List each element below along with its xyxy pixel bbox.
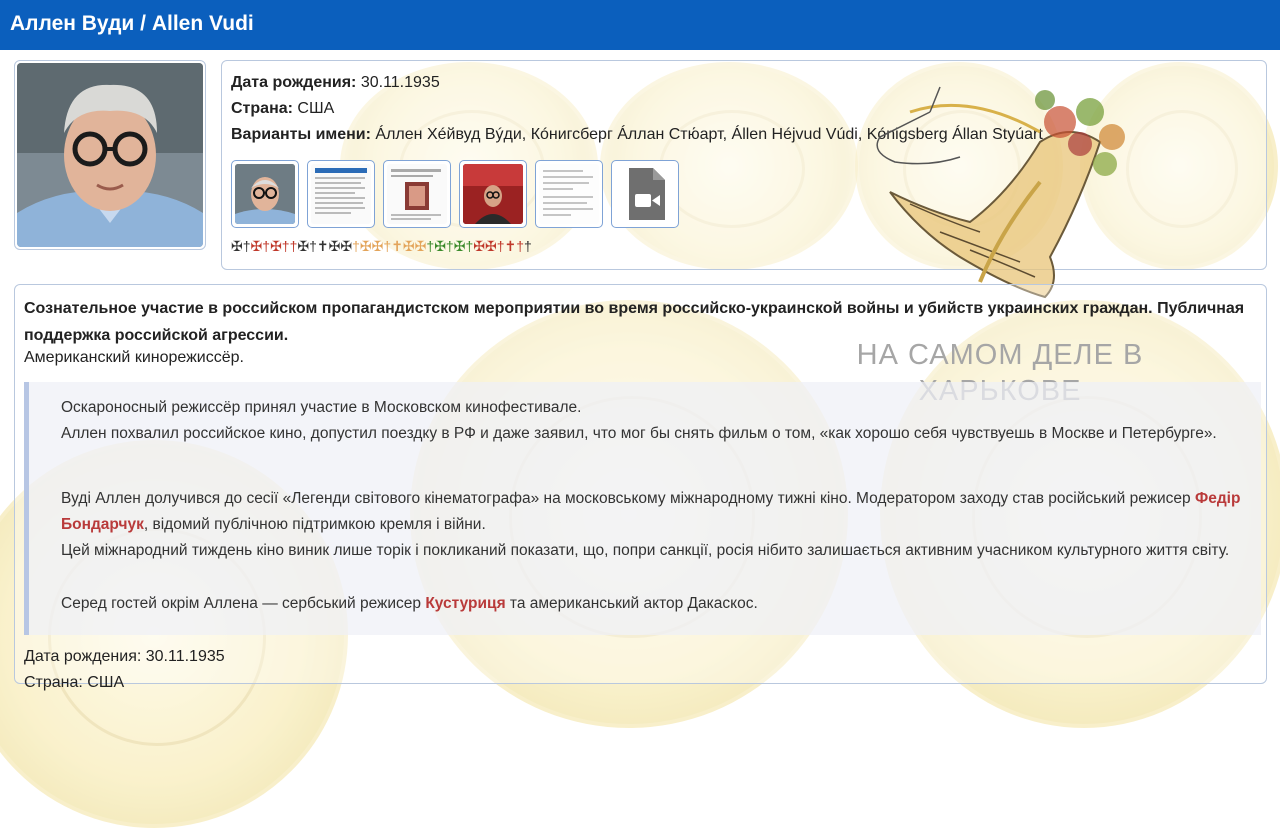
reputation-cross-icon: ✠ bbox=[250, 238, 263, 254]
media-thumb-photo-1[interactable] bbox=[231, 160, 299, 228]
reputation-cross-icon: † bbox=[516, 238, 525, 254]
cornucopia-watermark-icon bbox=[876, 86, 1125, 299]
reputation-cross-icon: ✠ bbox=[434, 238, 446, 254]
country-value: США bbox=[297, 100, 335, 117]
quote-block: Оскароносный режиссёр принял участие в М… bbox=[24, 382, 1261, 635]
accusation-text: Сознательное участие в российском пропаг… bbox=[24, 300, 1245, 344]
media-thumb-photo-2[interactable] bbox=[459, 160, 527, 228]
reputation-cross-icon: ✠ bbox=[453, 238, 466, 254]
reputation-cross-icon: † bbox=[524, 238, 532, 254]
reputation-cross-icon: † bbox=[352, 238, 360, 254]
media-thumb-video[interactable] bbox=[611, 160, 679, 228]
reputation-cross-icon: ✠ bbox=[484, 238, 497, 254]
reputation-cross-icon: ✝ bbox=[316, 238, 329, 254]
profile-photo[interactable] bbox=[14, 60, 206, 250]
reputation-cross-icon: ✠ bbox=[231, 238, 243, 254]
link-kusturica[interactable]: Кустуриця bbox=[425, 595, 505, 612]
reputation-cross-icon: ✠ bbox=[473, 238, 485, 254]
quote-paragraph-3: Серед гостей окрім Аллена — сербський ре… bbox=[61, 595, 758, 612]
reputation-cross-icon: † bbox=[262, 238, 271, 254]
reputation-cross-icon: ✠ bbox=[414, 238, 427, 254]
name-variants-label: Варианты имени: bbox=[231, 126, 371, 143]
reputation-cross-icon: ✠ bbox=[402, 238, 415, 254]
reputation-cross-icon: † bbox=[496, 238, 505, 254]
country-row: Страна: США bbox=[231, 100, 334, 118]
portrait-image bbox=[17, 63, 203, 247]
reputation-cross-icon: † bbox=[445, 238, 454, 254]
page-header: Аллен Вуди / Allen Vudi bbox=[0, 0, 1280, 50]
birth-date-row: Дата рождения: 30.11.1935 bbox=[231, 74, 440, 92]
reputation-cross-icon: ✠ bbox=[340, 238, 353, 254]
reputation-cross-icon: † bbox=[309, 238, 317, 254]
quote-paragraph-1: Оскароносный режиссёр принял участие в М… bbox=[61, 399, 1217, 442]
country-label: Страна: bbox=[231, 100, 293, 117]
reputation-cross-icon: ✠ bbox=[270, 238, 282, 254]
reputation-cross-icon: ✠ bbox=[328, 238, 341, 254]
birth-date-value: 30.11.1935 bbox=[360, 74, 440, 91]
reputation-crosses: ✠†✠†✠††✠†✝✠✠†✠✠†✝✠✠†✠†✠†✠✠†✝†† bbox=[231, 238, 532, 255]
page-title: Аллен Вуди / Allen Vudi bbox=[10, 12, 254, 35]
reputation-cross-icon: ✠ bbox=[359, 238, 372, 254]
reputation-cross-icon: ✝ bbox=[504, 238, 517, 254]
media-thumb-document-2[interactable] bbox=[535, 160, 603, 228]
media-thumb-document-1[interactable] bbox=[307, 160, 375, 228]
video-file-icon bbox=[615, 164, 675, 224]
reputation-cross-icon: † bbox=[242, 238, 251, 254]
quote-paragraph-2: Вуді Аллен долучився до сесії «Легенди с… bbox=[61, 490, 1241, 559]
media-thumb-article-1[interactable] bbox=[383, 160, 451, 228]
birth-date-footer: Дата рождения: 30.11.1935 bbox=[24, 648, 225, 665]
occupation-text: Американский кинорежиссёр. bbox=[24, 349, 244, 366]
reputation-cross-icon: ✝ bbox=[391, 238, 403, 254]
reputation-cross-icon: ✠ bbox=[297, 238, 310, 254]
birth-date-label: Дата рождения: bbox=[231, 74, 357, 91]
reputation-cross-icon: † bbox=[281, 238, 290, 254]
description-section: Сознательное участие в российском пропаг… bbox=[14, 284, 1267, 691]
reputation-cross-icon: ✠ bbox=[371, 238, 384, 254]
